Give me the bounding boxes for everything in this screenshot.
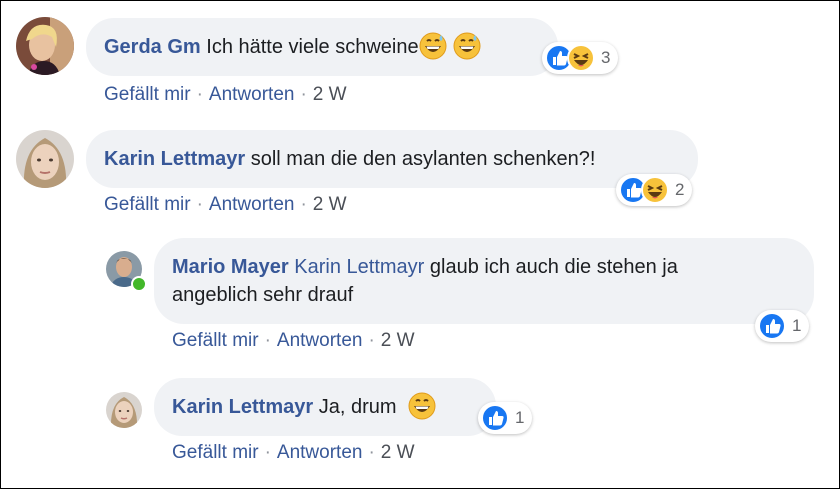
comment-author[interactable]: Karin Lettmayr <box>172 396 313 418</box>
comment-timestamp[interactable]: 2 W <box>381 330 415 351</box>
comment-actions: Gefällt mir · Antworten · 2 W <box>104 194 347 216</box>
separator: · <box>368 330 375 351</box>
comment-actions: Gefällt mir · Antworten · 2 W <box>172 442 415 464</box>
comment-timestamp[interactable]: 2 W <box>313 194 347 215</box>
reaction-summary[interactable]: 1 <box>755 310 810 342</box>
like-link[interactable]: Gefällt mir <box>104 84 191 105</box>
like-icon <box>481 404 509 432</box>
comment-bubble: Karin Lettmayr Ja, drum <box>154 378 496 436</box>
grinning-sweat-emoji <box>419 32 447 60</box>
reaction-count: 3 <box>601 48 611 67</box>
separator: · <box>196 84 203 105</box>
reaction-summary[interactable]: 2 <box>616 174 693 206</box>
comment-author[interactable]: Mario Mayer <box>172 256 289 278</box>
reaction-count: 2 <box>675 180 685 199</box>
separator: · <box>264 330 271 351</box>
laugh-icon <box>567 44 595 72</box>
comment-text: Ich hätte viele schweine <box>206 36 419 58</box>
comment-bubble: Karin Lettmayr soll man die den asylante… <box>86 130 698 188</box>
grinning-sweat-emoji <box>453 32 481 60</box>
separator: · <box>196 194 203 215</box>
mention-link[interactable]: Karin Lettmayr <box>294 256 424 278</box>
comment-text: soll man die den asylanten schenken?! <box>250 148 596 170</box>
separator: · <box>300 84 307 105</box>
comment-actions: Gefällt mir · Antworten · 2 W <box>172 330 415 352</box>
avatar[interactable] <box>16 17 74 75</box>
like-link[interactable]: Gefällt mir <box>172 330 259 351</box>
like-icon <box>758 312 786 340</box>
reaction-count: 1 <box>792 316 802 335</box>
reaction-summary[interactable]: 3 <box>542 42 619 74</box>
laugh-icon <box>641 176 669 204</box>
online-status-indicator <box>131 276 147 292</box>
reply-link[interactable]: Antworten <box>209 84 295 105</box>
avatar[interactable] <box>106 392 142 428</box>
grinning-emoji <box>408 392 436 420</box>
separator: · <box>264 442 271 463</box>
comment-actions: Gefällt mir · Antworten · 2 W <box>104 84 347 106</box>
comment-bubble: Mario Mayer Karin Lettmayr glaub ich auc… <box>154 238 814 324</box>
comment-author[interactable]: Gerda Gm <box>104 36 201 58</box>
comment-text: Ja, drum <box>318 396 397 418</box>
comment-text: glaub ich auch die stehen ja <box>429 256 678 278</box>
separator: · <box>368 442 375 463</box>
reaction-count: 1 <box>515 408 525 427</box>
reply-link[interactable]: Antworten <box>209 194 295 215</box>
comment-timestamp[interactable]: 2 W <box>313 84 347 105</box>
reply-link[interactable]: Antworten <box>277 330 363 351</box>
reply-link[interactable]: Antworten <box>277 442 363 463</box>
avatar[interactable] <box>16 130 74 188</box>
comment-bubble: Gerda Gm Ich hätte viele schweine <box>86 18 558 76</box>
comment-author[interactable]: Karin Lettmayr <box>104 148 245 170</box>
like-link[interactable]: Gefällt mir <box>172 442 259 463</box>
like-link[interactable]: Gefällt mir <box>104 194 191 215</box>
comment-text: angeblich sehr drauf <box>172 284 354 306</box>
separator: · <box>300 194 307 215</box>
comment-timestamp[interactable]: 2 W <box>381 442 415 463</box>
reaction-summary[interactable]: 1 <box>478 402 533 434</box>
